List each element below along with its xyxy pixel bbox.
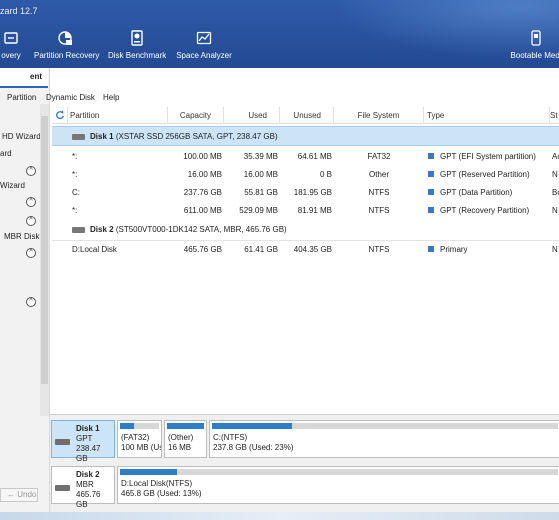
disk-benchmark-button[interactable]: Disk Benchmark	[108, 30, 166, 64]
disk-icon	[72, 134, 85, 140]
tab-partition-management[interactable]: ent	[0, 68, 48, 88]
disk-map-partition[interactable]: (Other) 16 MB	[164, 420, 207, 458]
partition-table: Partition Capacity Used Unused File Syst…	[52, 107, 559, 413]
disk-map-partition[interactable]: D:Local Disk(NTFS) 465.8 GB (Used: 13%)	[117, 466, 559, 504]
partition-recovery-icon	[58, 31, 72, 45]
app-title: zard 12.7	[0, 6, 38, 16]
scrollbar-thumb[interactable]	[41, 116, 48, 384]
bootable-media-button[interactable]: Bootable Medi	[508, 30, 559, 64]
refresh-icon[interactable]	[52, 107, 68, 124]
disk-icon	[72, 227, 85, 233]
partition-type-icon	[428, 207, 434, 213]
partition-recovery-button[interactable]: Partition Recovery	[34, 30, 99, 64]
action-panel: ent HD Wizard ard ^ Wizard ^ ^ MBR Disk …	[0, 68, 50, 520]
column-header-status[interactable]: St	[550, 107, 559, 124]
disk-name: Disk 1	[90, 132, 114, 141]
column-header-used[interactable]: Used	[224, 107, 280, 124]
usage-bar	[167, 423, 204, 429]
disk-map-disk-1: Disk 1 GPT 238.47 GB (FAT32) 100 MB (Us …	[50, 418, 559, 463]
wizard-item-copy-hd[interactable]: HD Wizard	[2, 132, 41, 141]
menu-bar: Partition Dynamic Disk Help	[0, 90, 559, 106]
disk-benchmark-icon	[131, 30, 143, 46]
collapse-icon[interactable]: ^	[26, 197, 36, 207]
table-row[interactable]: *: 611.00 MB 529.09 MB 81.91 MB NTFS GPT…	[52, 202, 559, 220]
collapse-icon[interactable]: ^	[26, 166, 36, 176]
partition-type-icon	[428, 246, 434, 252]
data-recovery-icon	[4, 32, 18, 44]
data-recovery-button[interactable]: overy	[0, 30, 26, 64]
partition-type-icon	[428, 153, 434, 159]
column-header-file-system[interactable]: File System	[334, 107, 424, 124]
column-header-unused[interactable]: Unused	[280, 107, 334, 124]
collapse-icon[interactable]: ^	[26, 216, 36, 226]
wizard-item-partition[interactable]: ard	[0, 149, 12, 158]
usage-bar	[212, 423, 558, 429]
disk-map-partition[interactable]: C:(NTFS) 237.8 GB (Used: 23%)	[209, 420, 559, 458]
usage-bar	[120, 469, 558, 475]
taskbar-strip	[0, 512, 559, 520]
disk-row-disk-1[interactable]: Disk 1 (XSTAR SSD 256GB SATA, GPT, 238.4…	[52, 126, 559, 146]
partition-type-icon	[428, 189, 434, 195]
column-header-partition[interactable]: Partition	[70, 107, 168, 124]
table-row[interactable]: *: 100.00 MB 35.39 MB 64.61 MB FAT32 GPT…	[52, 148, 559, 166]
space-analyzer-button[interactable]: Space Analyzer	[176, 30, 232, 64]
disk-name: Disk 2	[90, 225, 114, 234]
wizard-item-recovery[interactable]: Wizard	[0, 181, 25, 190]
disk-map-disk-2: Disk 2 MBR 465.76 GB D:Local Disk(NTFS) …	[50, 464, 559, 509]
disk-details: (ST500VT000-1DK142 SATA, MBR, 465.76 GB)	[115, 225, 287, 234]
table-row[interactable]: C: 237.76 GB 55.81 GB 181.95 GB NTFS GPT…	[52, 184, 559, 202]
menu-partition[interactable]: Partition	[7, 93, 36, 102]
undo-icon: ←	[7, 490, 18, 499]
disk-map-label[interactable]: Disk 1 GPT 238.47 GB	[51, 420, 115, 463]
column-header-capacity[interactable]: Capacity	[168, 107, 224, 124]
disk-icon	[55, 485, 70, 491]
disk-details: (XSTAR SSD 256GB SATA, GPT, 238.47 GB)	[115, 132, 278, 141]
menu-dynamic-disk[interactable]: Dynamic Disk	[46, 93, 95, 102]
disk-map: Disk 1 GPT 238.47 GB (FAT32) 100 MB (Us …	[50, 414, 559, 520]
disk-icon	[55, 439, 70, 445]
left-panel-scrollbar[interactable]	[40, 104, 49, 416]
ribbon-toolbar: zard 12.7 overy Partition Recovery Disk …	[0, 0, 559, 68]
partition-type-icon	[428, 171, 434, 177]
bootable-media-icon	[531, 30, 541, 46]
usage-bar	[120, 423, 159, 429]
disk-row-disk-2[interactable]: Disk 2 (ST500VT000-1DK142 SATA, MBR, 465…	[52, 220, 559, 240]
collapse-icon[interactable]: ^	[26, 248, 36, 258]
disk-map-partition[interactable]: (FAT32) 100 MB (Us	[117, 420, 162, 458]
convert-mbr-disk-item[interactable]: MBR Disk	[4, 232, 40, 241]
table-row[interactable]: D:Local Disk 465.76 GB 61.41 GB 404.35 G…	[52, 241, 559, 259]
menu-help[interactable]: Help	[103, 93, 119, 102]
space-analyzer-icon	[196, 31, 212, 45]
table-header: Partition Capacity Used Unused File Syst…	[52, 107, 559, 124]
column-header-type[interactable]: Type	[424, 107, 550, 124]
undo-button[interactable]: ← Undo	[0, 488, 38, 502]
collapse-icon[interactable]: ^	[26, 297, 36, 307]
disk-map-label[interactable]: Disk 2 MBR 465.76 GB	[51, 466, 115, 509]
table-row[interactable]: *: 16.00 MB 16.00 MB 0 B Other GPT (Rese…	[52, 166, 559, 184]
